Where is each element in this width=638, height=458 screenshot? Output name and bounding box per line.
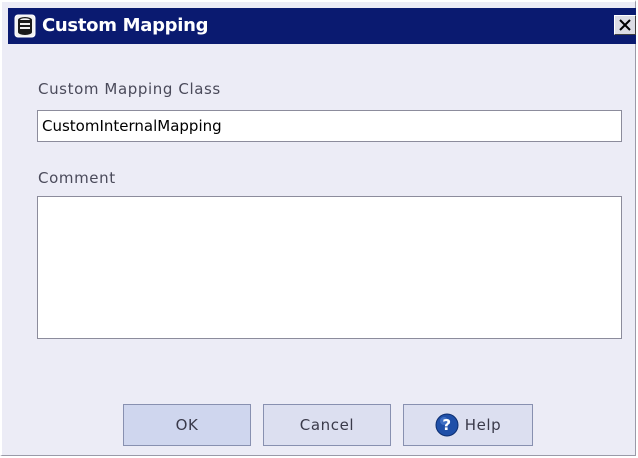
close-button[interactable] [614, 15, 636, 35]
ok-button-label: OK [175, 416, 199, 434]
dialog-title: Custom Mapping [42, 15, 209, 36]
cancel-button-label: Cancel [299, 416, 355, 434]
custom-mapping-class-label: Custom Mapping Class [38, 80, 221, 98]
comment-label: Comment [38, 169, 116, 187]
ok-button[interactable]: OK [123, 404, 251, 446]
close-icon [619, 19, 631, 31]
help-button-label: Help [464, 416, 502, 434]
custom-mapping-class-input[interactable] [37, 110, 622, 142]
svg-text:?: ? [442, 416, 451, 434]
comment-textarea[interactable] [37, 196, 622, 339]
title-bar[interactable]: Custom Mapping [8, 8, 636, 44]
cancel-button[interactable]: Cancel [263, 404, 391, 446]
help-icon: ? [435, 413, 459, 437]
custom-mapping-dialog: Custom Mapping Custom Mapping Class Comm… [0, 0, 636, 456]
help-button[interactable]: ? Help [403, 404, 533, 446]
database-icon [14, 14, 36, 38]
